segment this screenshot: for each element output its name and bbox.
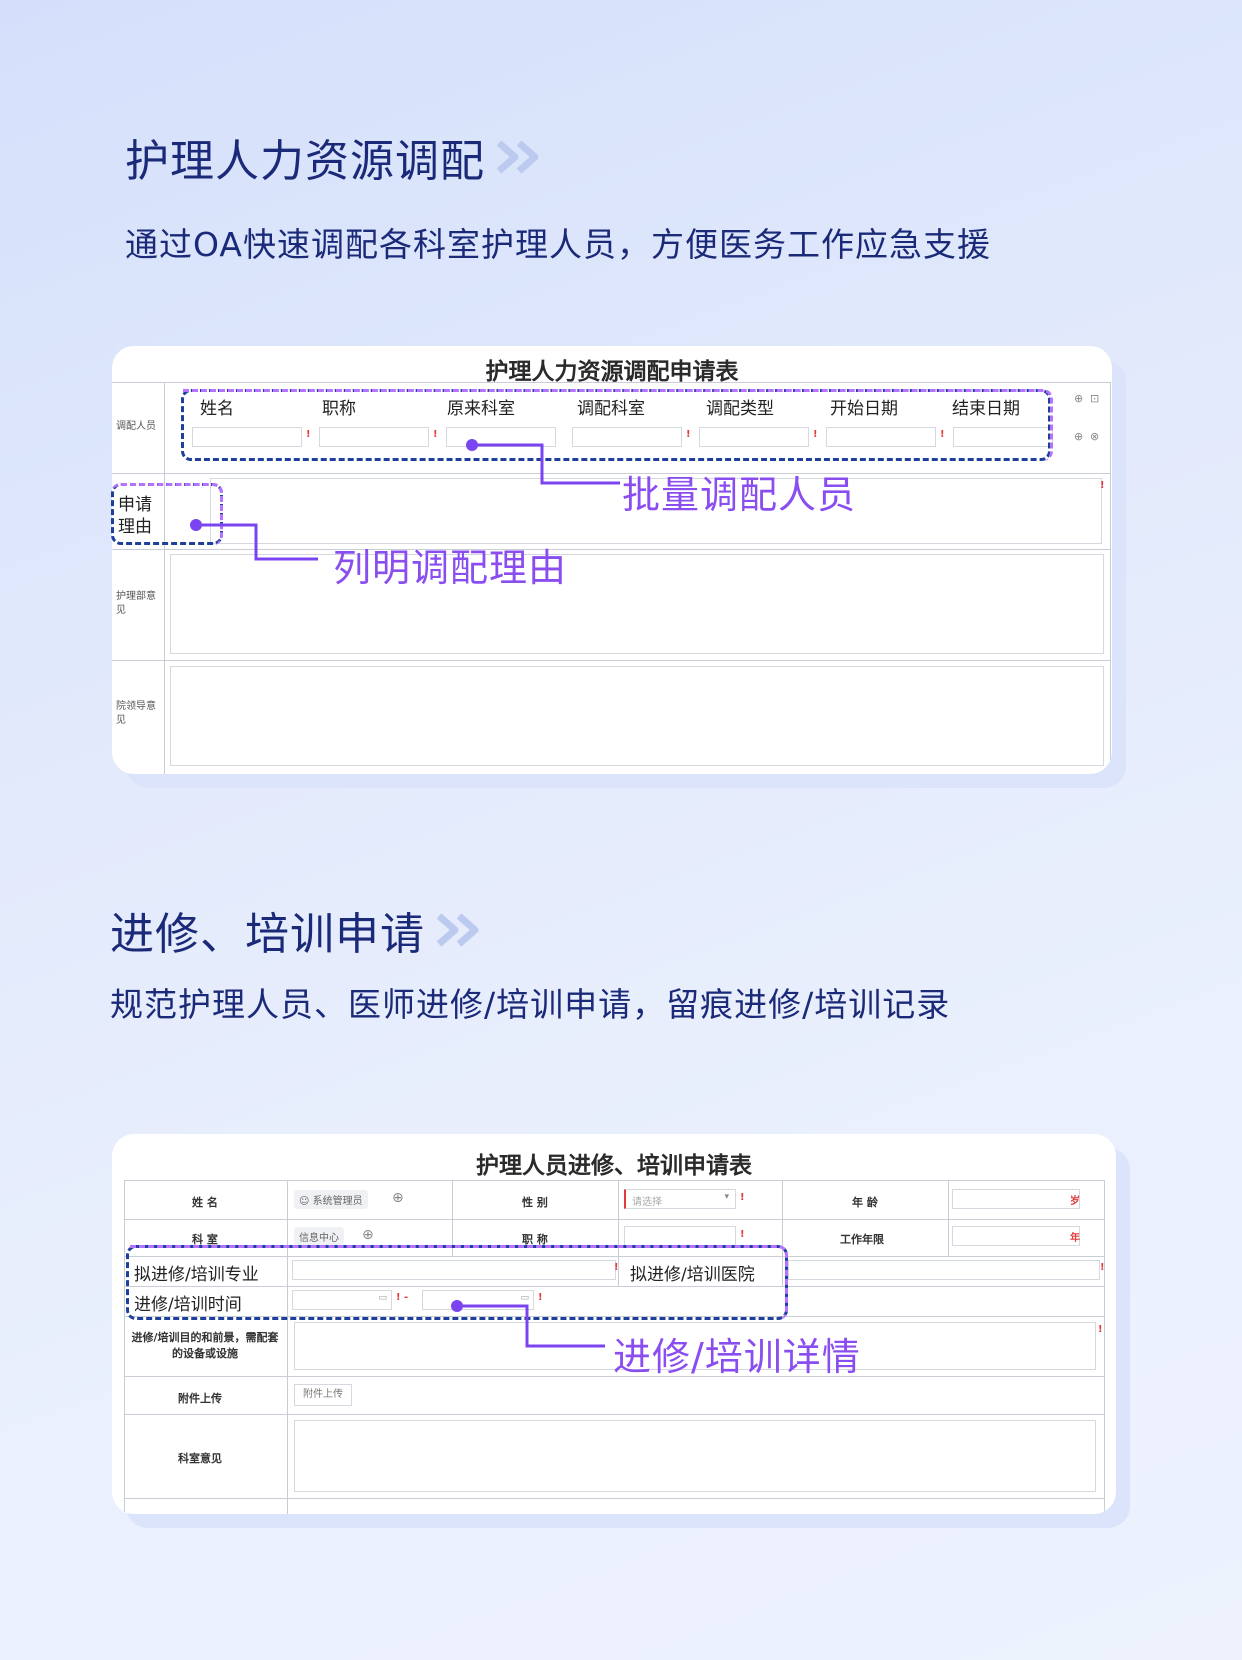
select-dept-icon[interactable]: ⊕: [362, 1227, 374, 1243]
chevron-down-icon: ▾: [724, 1192, 729, 1202]
form-title: 护理人力资源调配申请表: [485, 359, 739, 385]
hospital-input[interactable]: [788, 1260, 1100, 1280]
callout-detail: 进修/培训详情: [613, 1335, 861, 1379]
gender-select[interactable]: 请选择 ▾: [624, 1189, 736, 1209]
callout-connector-detail: [451, 1300, 605, 1348]
purpose-label: 进修/培训目的和前景，需配套的设备或设施: [131, 1331, 279, 1360]
gender-label: 性 别: [522, 1196, 548, 1209]
row-label-leader: 院领导意见: [116, 701, 156, 726]
years-unit: 年: [1070, 1233, 1080, 1244]
add-row-icon[interactable]: ⊕: [1074, 392, 1083, 405]
age-label: 年 龄: [852, 1196, 878, 1209]
row-label-nursing: 护理部意见: [116, 591, 156, 616]
job-title-input[interactable]: [624, 1226, 736, 1246]
years-input[interactable]: [952, 1226, 1080, 1246]
add-item-icon[interactable]: ⊕: [1074, 430, 1083, 443]
age-input[interactable]: [952, 1189, 1080, 1209]
age-unit: 岁: [1070, 1196, 1080, 1207]
row-label-staff: 调配人员: [116, 421, 156, 432]
section1-subtitle: 通过OA快速调配各科室护理人员，方便医务工作应急支援: [125, 225, 991, 264]
import-icon[interactable]: ⊡: [1090, 392, 1099, 405]
dept-opinion-label: 科室意见: [178, 1452, 222, 1465]
remove-item-icon[interactable]: ⊗: [1090, 430, 1099, 443]
callout-batch: 批量调配人员: [622, 473, 857, 517]
years-label: 工作年限: [840, 1233, 884, 1246]
user-icon: ☺: [299, 1196, 310, 1207]
leader-opinion-textarea[interactable]: [170, 666, 1104, 766]
dept-value: 信息中心: [294, 1227, 344, 1246]
attach-button[interactable]: 附件上传: [294, 1384, 352, 1406]
dept-opinion-textarea[interactable]: [294, 1420, 1096, 1492]
name-label: 姓 名: [192, 1196, 218, 1209]
double-chevron-right-icon: [435, 912, 487, 948]
name-value: ☺ 系统管理员: [294, 1190, 368, 1209]
select-user-icon[interactable]: ⊕: [392, 1190, 404, 1206]
attach-label: 附件上传: [178, 1392, 222, 1405]
double-chevron-right-icon: [495, 139, 547, 175]
callout-connector-reason: [190, 519, 318, 561]
section1-title: 护理人力资源调配: [125, 125, 547, 189]
section2-subtitle: 规范护理人员、医师进修/培训申请，留痕进修/培训记录: [110, 985, 951, 1024]
callout-reason: 列明调配理由: [333, 546, 568, 590]
section2-title: 进修、培训申请: [110, 898, 487, 962]
callout-connector-batch: [466, 439, 620, 485]
form-title: 护理人员进修、培训申请表: [476, 1153, 752, 1179]
